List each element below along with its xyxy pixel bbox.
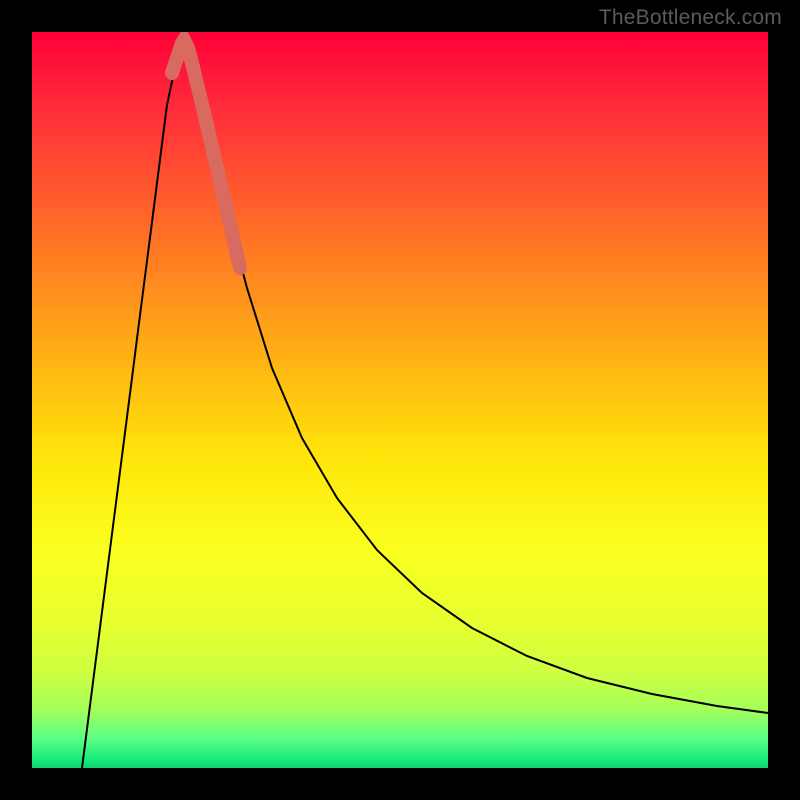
plot-area [32,32,768,768]
chart-frame: TheBottleneck.com [0,0,800,800]
curve-layer [32,32,768,768]
watermark-text: TheBottleneck.com [599,6,782,30]
bottleneck-curve [82,40,768,768]
highlight-segment [172,40,240,268]
